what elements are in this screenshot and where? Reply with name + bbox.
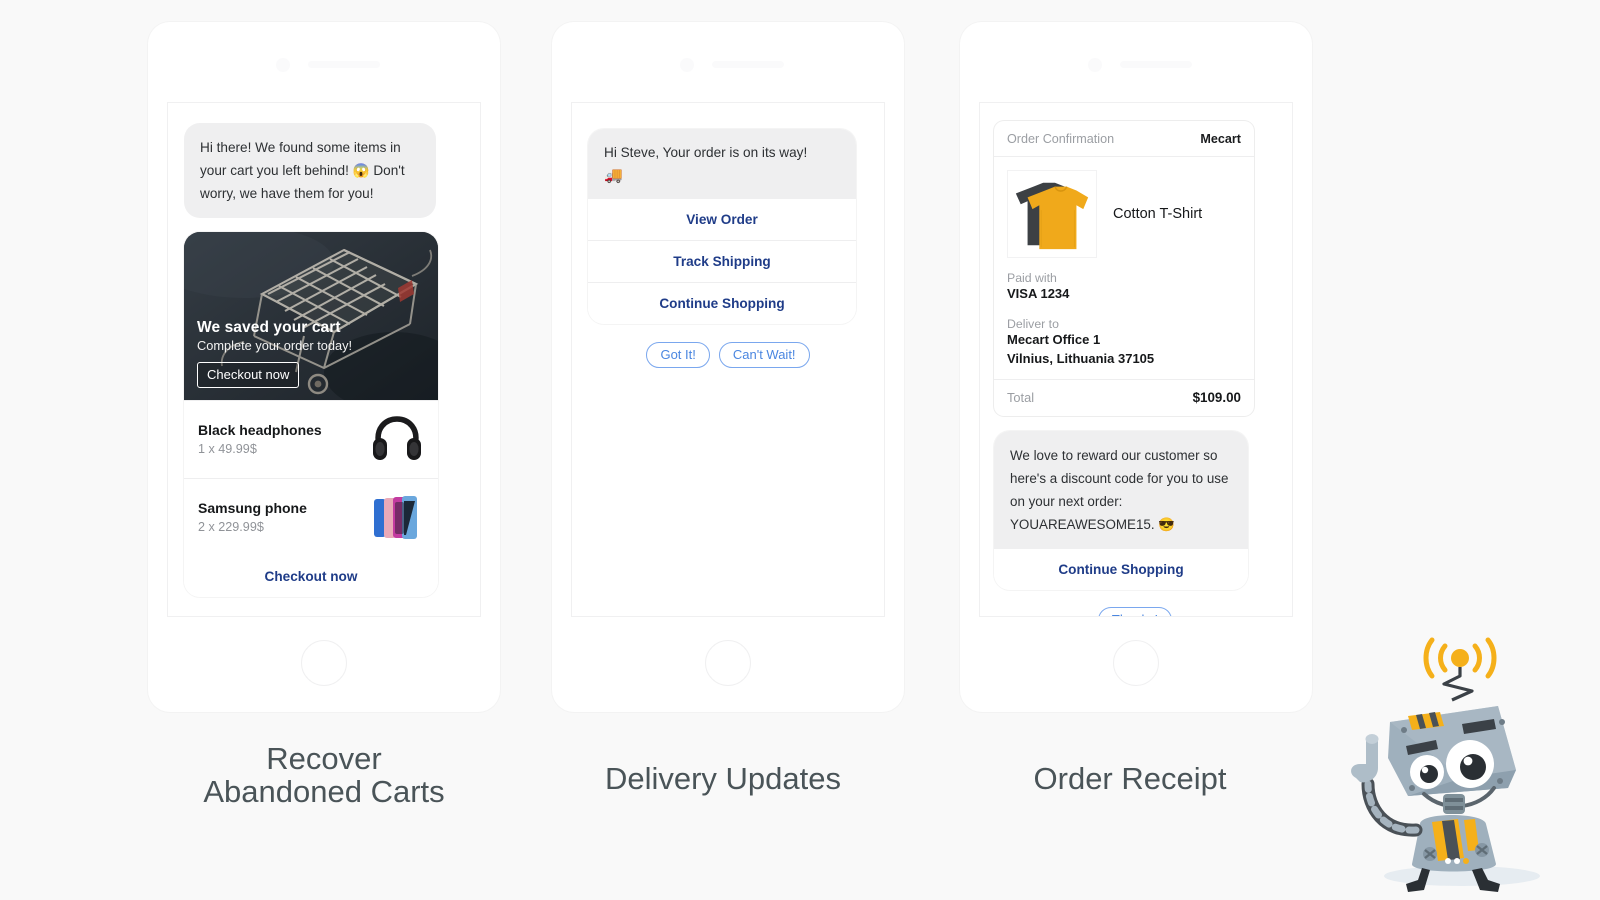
receipt-title: Order Confirmation (1007, 132, 1115, 146)
samsung-phones-icon (374, 496, 417, 540)
continue-shopping-button[interactable]: Continue Shopping (994, 548, 1248, 590)
quick-reply-row: Got It! Can't Wait! (588, 341, 868, 368)
delivery-message-bubble: Hi Steve, Your order is on its way! 🚚 (588, 129, 856, 199)
cart-hero-image: We saved your cart Complete your order t… (184, 232, 438, 401)
quick-reply-cant-wait[interactable]: Can't Wait! (718, 341, 810, 368)
deliver-to-line-1: Mecart Office 1 (1007, 331, 1101, 347)
reward-message-card: We love to reward our customer so here's… (994, 430, 1248, 590)
phone-frame-recover-carts: Hi there! We found some items in your ca… (148, 22, 500, 712)
chat-screen-recover-carts: Hi there! We found some items in your ca… (167, 102, 481, 617)
cart-hero-overlay: We saved your cart Complete your order t… (197, 319, 353, 389)
cotton-tshirt-photo (1007, 170, 1097, 258)
track-shipping-button[interactable]: Track Shipping (588, 239, 856, 282)
speaker-grille-icon (308, 61, 380, 68)
product-quantity-price: 1 x 49.99$ (198, 442, 257, 457)
receipt-total-row: Total $109.00 (994, 378, 1254, 416)
cart-product-row[interactable]: Samsung phone 2 x 229.99$ (184, 478, 438, 556)
speaker-grille-icon (1120, 61, 1192, 68)
product-name: Samsung phone (198, 500, 307, 517)
abandoned-cart-card[interactable]: We saved your cart Complete your order t… (184, 232, 438, 598)
camera-icon (1088, 58, 1102, 72)
receipt-brand: Mecart (1200, 132, 1241, 146)
phone-frame-delivery-updates: Hi Steve, Your order is on its way! 🚚 Vi… (552, 22, 904, 712)
phone-top-bar (960, 54, 1312, 76)
checkout-now-hero-button[interactable]: Checkout now (197, 362, 300, 389)
receipt-payment-field: Paid with VISA 1234 (1007, 271, 1241, 304)
view-order-button[interactable]: View Order (588, 198, 856, 240)
chat-screen-order-receipt: Order Confirmation Mecart Cotton T-Shirt… (979, 102, 1293, 617)
product-quantity-price: 2 x 229.99$ (198, 520, 264, 535)
bot-greeting-bubble: Hi there! We found some items in your ca… (184, 123, 436, 219)
receipt-product: Cotton T-Shirt (1007, 170, 1241, 258)
home-button[interactable] (301, 640, 347, 686)
deliver-to-line-2: Vilnius, Lithuania 37105 (1007, 350, 1155, 366)
black-headphones-icon (373, 416, 421, 461)
product-name: Black headphones (198, 422, 322, 439)
delivery-update-card: Hi Steve, Your order is on its way! 🚚 Vi… (588, 129, 856, 324)
checkout-now-footer-button[interactable]: Checkout now (184, 556, 438, 598)
receipt-address-field: Deliver to Mecart Office 1 Vilnius, Lith… (1007, 317, 1241, 369)
continue-shopping-button[interactable]: Continue Shopping (588, 281, 856, 324)
speaker-grille-icon (712, 61, 784, 68)
cart-hero-subtitle: Complete your order today! (197, 338, 353, 354)
quick-reply-thanks[interactable]: Thanks! (1097, 606, 1173, 616)
chat-screen-delivery-updates: Hi Steve, Your order is on its way! 🚚 Vi… (571, 102, 885, 617)
home-button[interactable] (1113, 640, 1159, 686)
quick-reply-got-it[interactable]: Got It! (646, 341, 710, 368)
page-root: Hi there! We found some items in your ca… (0, 0, 1600, 900)
receipt-product-name: Cotton T-Shirt (1113, 206, 1203, 222)
camera-icon (680, 58, 694, 72)
receipt-header: Order Confirmation Mecart (994, 121, 1254, 157)
delivery-truck-emoji: 🚚 (604, 166, 623, 184)
phone-frame-order-receipt: Order Confirmation Mecart Cotton T-Shirt… (960, 22, 1312, 712)
cart-product-row[interactable]: Black headphones 1 x 49.99$ (184, 400, 438, 478)
deliver-to-label: Deliver to (1007, 316, 1059, 331)
home-button[interactable] (705, 640, 751, 686)
paid-with-label: Paid with (1007, 271, 1057, 285)
total-label: Total (1007, 389, 1035, 405)
quick-reply-row: Thanks! (994, 606, 1276, 616)
mecart-robot-mascot (1351, 637, 1540, 892)
cart-hero-title: We saved your cart (197, 319, 341, 337)
reward-message-text: We love to reward our customer so here's… (994, 430, 1248, 549)
order-receipt-card[interactable]: Order Confirmation Mecart Cotton T-Shirt… (994, 121, 1254, 416)
phone-top-bar (552, 54, 904, 76)
delivery-message-text: Hi Steve, Your order is on its way! (604, 145, 808, 160)
total-value: $109.00 (1192, 389, 1241, 405)
phone-top-bar (148, 54, 500, 76)
camera-icon (276, 58, 290, 72)
paid-with-value: VISA 1234 (1007, 286, 1070, 301)
